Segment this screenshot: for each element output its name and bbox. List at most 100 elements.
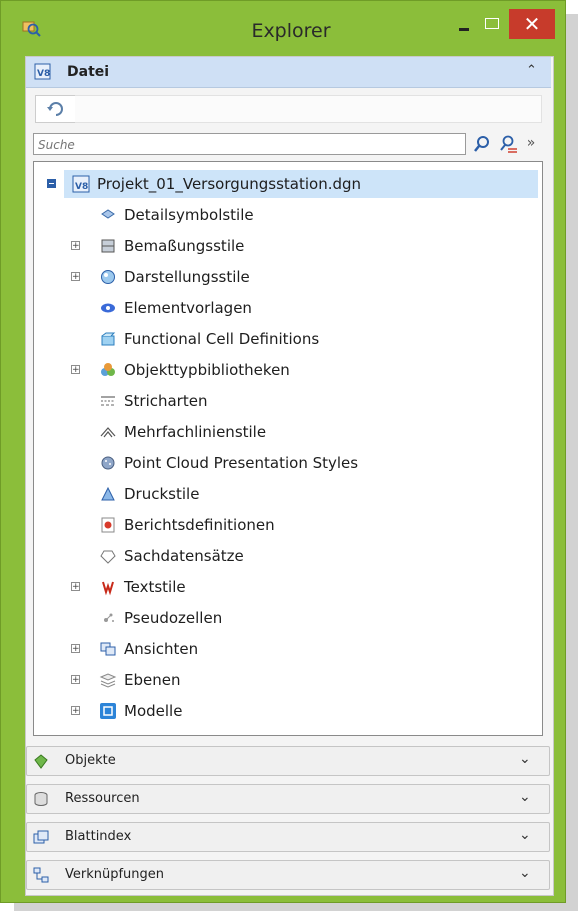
tree-item-label: Pseudozellen [124,609,223,627]
close-button[interactable]: ✕ [509,9,555,39]
tree-item-label: Detailsymbolstile [124,206,254,224]
panel-title: Datei [67,64,110,80]
accordion-ressourcen[interactable]: Ressourcen ⌄ [26,784,550,814]
tree-item-objekttypbibliotheken[interactable]: + Objekttypbibliotheken [34,356,540,384]
tree-item-label: Stricharten [124,392,208,410]
tree-item-druckstile[interactable]: Druckstile [34,480,540,508]
tab-empty-2[interactable] [215,95,542,123]
tree-item-point-cloud-presentation-styles[interactable]: Point Cloud Presentation Styles [34,449,540,477]
maximize-button[interactable] [479,17,505,35]
tree-item-label: Ansichten [124,640,199,658]
v8-file-icon: V8 [34,63,51,80]
text-style-icon [102,581,114,596]
expand-chevron-icon[interactable]: ⌄ [519,865,531,881]
detail-symbol-icon [101,209,115,219]
objects-icon [34,754,48,769]
links-icon [33,867,49,883]
models-icon [100,703,116,719]
tree-item-modelle[interactable]: + Modelle [34,697,540,725]
object-library-icon [101,363,115,376]
tree-item-stricharten[interactable]: Stricharten [34,387,540,415]
refresh-tab[interactable] [35,95,77,123]
tree-item-bemassungsstile[interactable]: + Bemaßungsstile [34,232,540,260]
tree-item-label: Druckstile [124,485,200,503]
tree-item-ebenen[interactable]: + Ebenen [34,666,540,694]
dimension-style-icon [101,239,115,253]
print-style-icon [101,486,115,501]
svg-text:V8: V8 [75,182,88,192]
tree-item-ansichten[interactable]: + Ansichten [34,635,540,663]
tree-item-label: Objekttypbibliotheken [124,361,290,379]
accordion-label: Blattindex [65,829,132,844]
collapse-caret-icon[interactable]: ⌃ [526,63,537,78]
tree-item-detailsymbolstile[interactable]: Detailsymbolstile [34,201,540,229]
line-style-icon [101,396,115,406]
more-options-icon[interactable]: » [523,134,539,154]
tab-empty-1[interactable] [75,95,216,123]
tree-root-label: Projekt_01_Versorgungsstation.dgn [97,175,362,193]
tree-item-label: Mehrfachlinienstile [124,423,267,441]
tree-item-darstellungsstile[interactable]: + Darstellungsstile [34,263,540,291]
tree-item-label: Elementvorlagen [124,299,252,317]
views-icon [100,642,116,656]
expand-toggle-icon[interactable]: + [71,582,80,592]
tree-item-mehrfachlinienstile[interactable]: Mehrfachlinienstile [34,418,540,446]
expand-chevron-icon[interactable]: ⌄ [519,827,531,843]
tree-item-label: Textstile [124,578,186,596]
accordion-objekte[interactable]: Objekte ⌄ [26,746,550,776]
expand-toggle-icon[interactable]: + [71,365,80,375]
tree-item-label: Bemaßungsstile [124,237,245,255]
tree-item-label: Modelle [124,702,183,720]
functional-cell-icon [101,332,116,346]
levels-icon [99,673,117,688]
file-tab-bar [33,95,543,123]
panel-header-datei[interactable]: V8 Datei ⌃ [26,57,551,88]
collapse-toggle-icon[interactable] [47,179,56,188]
minimize-button[interactable] [451,17,477,35]
expand-toggle-icon[interactable]: + [71,241,80,251]
tree-item-label: Sachdatensätze [124,547,244,565]
accordion-verknupfungen[interactable]: Verknüpfungen ⌄ [26,860,550,890]
tree-item-label: Functional Cell Definitions [124,330,320,348]
accordion-blattindex[interactable]: Blattindex ⌄ [26,822,550,852]
resources-icon [34,792,48,806]
user-filter-icon[interactable] [498,134,518,154]
v8-file-icon: V8 [72,175,90,193]
window-title: Explorer [251,20,331,42]
element-template-icon [101,303,115,313]
refresh-icon [47,102,63,116]
svg-text:V8: V8 [37,69,50,79]
tree-item-elementvorlagen[interactable]: Elementvorlagen [34,294,540,322]
accordion-label: Objekte [65,753,116,768]
tree-item-berichtsdefinitionen[interactable]: Berichtsdefinitionen [34,511,540,539]
tree-item-sachdatensatze[interactable]: Sachdatensätze [34,542,540,570]
accordion-label: Ressourcen [65,791,140,806]
tree-item-label: Ebenen [124,671,181,689]
display-style-icon [101,270,115,284]
cell-icon [104,613,114,622]
file-tree: V8 Projekt_01_Versorgungsstation.dgn Det… [33,161,543,736]
explorer-app-icon [22,21,41,37]
search-field[interactable] [33,133,466,155]
expand-toggle-icon[interactable]: + [71,706,80,716]
report-icon [101,517,115,533]
search-icon[interactable] [473,134,491,154]
point-cloud-icon [101,456,115,470]
expand-toggle-icon[interactable]: + [71,272,80,282]
tree-item-textstile[interactable]: + Textstile [34,573,540,601]
tree-item-pseudozellen[interactable]: Pseudozellen [34,604,540,632]
tree-root-row[interactable]: V8 Projekt_01_Versorgungsstation.dgn [34,170,540,198]
expand-toggle-icon[interactable]: + [71,675,80,685]
sheet-index-icon [33,830,49,844]
expand-toggle-icon[interactable]: + [71,644,80,654]
multiline-style-icon [100,427,116,438]
tree-item-label: Darstellungsstile [124,268,250,286]
tree-item-label: Berichtsdefinitionen [124,516,275,534]
expand-chevron-icon[interactable]: ⌄ [519,751,531,767]
expand-chevron-icon[interactable]: ⌄ [519,789,531,805]
accordion-label: Verknüpfungen [65,867,165,882]
tree-item-functional-cell-definitions[interactable]: Functional Cell Definitions [34,325,540,353]
title-bar[interactable]: Explorer ✕ [1,1,567,49]
search-input[interactable] [34,135,442,155]
tree-item-label: Point Cloud Presentation Styles [124,454,359,472]
